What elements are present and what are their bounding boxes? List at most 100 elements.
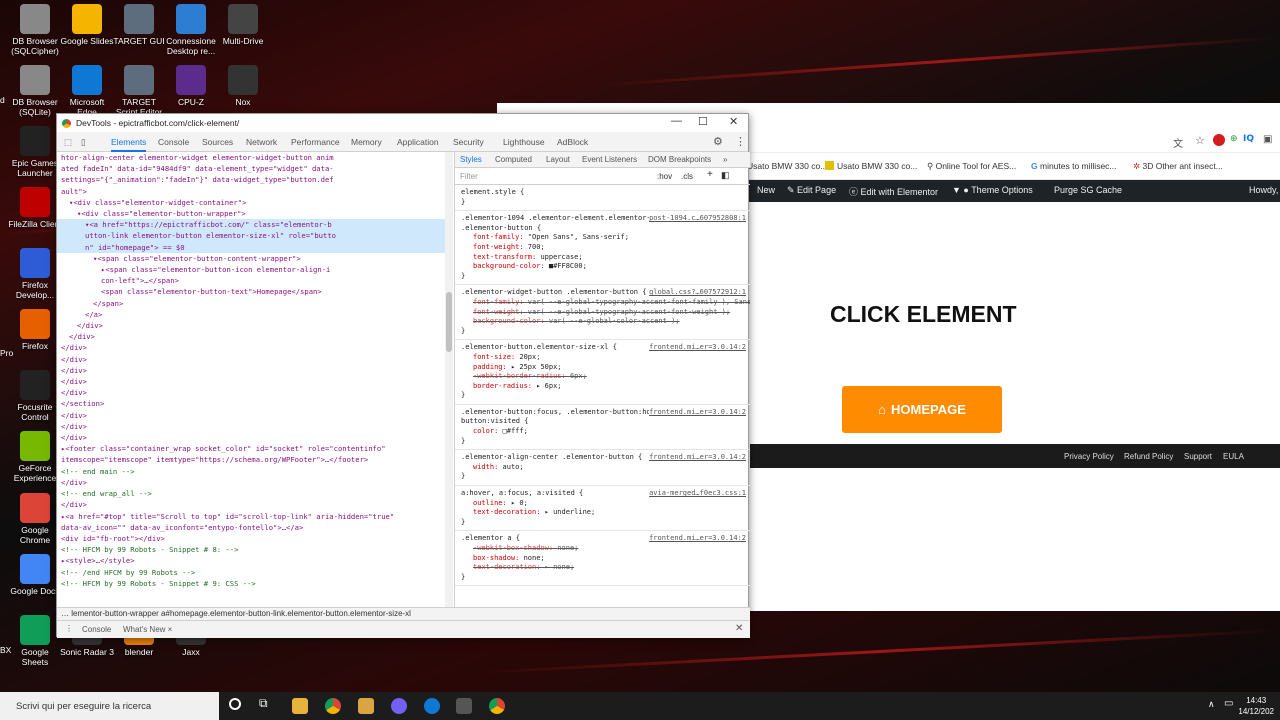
tab-elements[interactable]: Elements <box>111 137 147 152</box>
tab-styles[interactable]: Styles <box>460 155 482 165</box>
dom-node-line[interactable]: <!-- HFCM by 99 Robots - Snippet # 8: --… <box>57 544 445 555</box>
wp-edit-page[interactable]: ✎ Edit Page <box>787 185 836 196</box>
tab-event-listeners[interactable]: Event Listeners <box>582 155 637 165</box>
wp-new[interactable]: New <box>757 185 775 195</box>
extension-icon-grammarly[interactable]: ⊕ <box>1230 134 1238 144</box>
css-source-link[interactable]: frontend.mi…er=3.0.14:2 <box>649 343 746 353</box>
desktop-icon[interactable]: Google Sheets <box>7 615 63 667</box>
close-button[interactable]: ✕ <box>729 115 738 128</box>
dom-node-line[interactable]: htor-align-center elementor-widget eleme… <box>57 152 445 163</box>
add-rule-icon[interactable]: + <box>707 170 713 180</box>
cls-toggle[interactable]: .cls <box>681 172 693 182</box>
desktop-icon[interactable]: Google Docs <box>7 554 63 596</box>
tab-layout[interactable]: Layout <box>546 155 570 165</box>
dom-node-line[interactable]: </div> <box>57 342 445 353</box>
css-property[interactable]: background-color: var( --e-global-color-… <box>461 317 744 327</box>
star-icon[interactable]: ☆ <box>1195 134 1205 147</box>
css-rule[interactable]: .elementor-widget-button .elementor-butt… <box>455 285 750 341</box>
chrome-active-icon[interactable] <box>489 698 505 714</box>
bookmark-item[interactable]: ✲ 3D Other ant insect... <box>1133 161 1223 172</box>
dom-node-line[interactable]: ault"> <box>57 186 445 197</box>
footer-link-privacy[interactable]: Privacy Policy <box>1064 452 1114 461</box>
tab-computed[interactable]: Computed <box>495 155 532 165</box>
css-property[interactable]: background-color: ■#FF8C00; <box>461 262 744 272</box>
device-toolbar-icon[interactable]: ▯ <box>81 137 86 148</box>
drawer-tab-console[interactable]: Console <box>82 625 111 634</box>
cortana-icon[interactable] <box>229 698 241 710</box>
css-source-link[interactable]: global.css?…607572912:1 <box>649 288 746 298</box>
task-view-icon[interactable]: ⧉ <box>259 696 268 711</box>
css-source-link[interactable]: post-1094.c…607952808:1 <box>649 214 746 224</box>
css-rule[interactable]: .elementor-align-center .elementor-butto… <box>455 450 750 487</box>
drawer-close-icon[interactable]: ✕ <box>735 623 743 634</box>
dom-node-line[interactable]: </a> <box>57 309 445 320</box>
css-source-link[interactable]: frontend.mi…er=3.0.14:2 <box>649 407 746 418</box>
extension-icon-box[interactable]: ▣ <box>1263 134 1272 145</box>
minimize-button[interactable]: — <box>671 115 682 127</box>
css-source-link[interactable]: frontend.mi…er=3.0.14:2 <box>649 534 746 544</box>
tab-performance[interactable]: Performance <box>291 137 340 147</box>
folder-icon[interactable] <box>358 698 374 714</box>
more-menu-icon[interactable]: ⋮ <box>735 135 746 148</box>
rocket-app-icon[interactable] <box>456 698 472 714</box>
css-property[interactable]: text-decoration: ▸ underline; <box>461 508 744 518</box>
dom-node-line[interactable]: <span class="elementor-button-text">Home… <box>57 286 445 297</box>
tab-sources[interactable]: Sources <box>202 137 233 147</box>
css-rule[interactable]: .elementor a {frontend.mi…er=3.0.14:2 -we… <box>455 531 750 587</box>
tab-application[interactable]: Application <box>397 137 439 147</box>
wp-edit-elementor[interactable]: ⓔ Edit with Elementor <box>849 185 938 198</box>
dom-node-line[interactable]: </div> <box>57 410 445 421</box>
dom-node-line[interactable]: </div> <box>57 387 445 398</box>
dom-node-line[interactable]: ▾<a href="https://epictrafficbot.com/" c… <box>57 219 445 231</box>
css-property[interactable]: -webkit-box-shadow: none; <box>461 544 744 554</box>
dom-node-line[interactable]: ▸<a href="#top" title="Scroll to top" id… <box>57 511 445 522</box>
dom-node-line[interactable]: ated fadeIn" data-id="9484df9" data-elem… <box>57 163 445 174</box>
dom-node-line[interactable]: itemscope="itemscope" itemtype="https://… <box>57 454 445 465</box>
tab-lighthouse[interactable]: Lighthouse <box>503 137 545 147</box>
desktop-icon[interactable]: CPU-Z <box>163 65 219 107</box>
dom-node-line[interactable]: data-av_icon="" data-av_iconfont="entypo… <box>57 522 445 533</box>
css-property[interactable]: font-weight: 700; <box>461 243 744 253</box>
css-source-link[interactable]: avia-merged…f0ec3.css:1 <box>649 489 746 499</box>
css-property[interactable]: font-family: var( --e-global-typography-… <box>461 298 750 308</box>
desktop-icon[interactable]: Multi-Drive <box>215 4 271 46</box>
dom-node-line[interactable]: </div> <box>57 365 445 376</box>
css-property[interactable]: text-transform: uppercase; <box>461 253 744 263</box>
dom-node-line[interactable]: ▾<div class="elementor-widget-container"… <box>57 197 445 208</box>
css-property[interactable]: width: auto; <box>461 463 744 473</box>
network-icon[interactable]: ▭ <box>1224 698 1233 709</box>
hov-toggle[interactable]: :hov <box>657 172 672 182</box>
chrome-taskbar-icon[interactable] <box>325 698 341 714</box>
dom-node-line[interactable]: <div id="fb-root"></div> <box>57 533 445 544</box>
dom-node-line[interactable]: </div> <box>57 432 445 443</box>
css-property[interactable]: -webkit-border-radius: 6px; <box>461 372 744 382</box>
tab-security[interactable]: Security <box>453 137 484 147</box>
wp-howdy[interactable]: Howdy, <box>1249 185 1278 195</box>
desktop-icon[interactable]: TARGET Script Editor <box>111 65 167 117</box>
drawer-tab-whats-new[interactable]: What's New × <box>123 625 172 634</box>
css-property[interactable]: color: □#fff; <box>461 427 744 437</box>
css-property[interactable]: padding: ▸ 25px 50px; <box>461 363 744 373</box>
desktop-icon[interactable]: Microsoft Edge <box>59 65 115 117</box>
dom-node-line[interactable]: <!-- end wrap_all --> <box>57 488 445 499</box>
tray-chevron-icon[interactable]: ∧ <box>1208 699 1215 710</box>
css-property[interactable]: font-family: "Open Sans", Sans-serif; <box>461 233 744 243</box>
css-rule[interactable]: .elementor-1094 .elementor-element.eleme… <box>455 211 750 286</box>
dom-node-line[interactable]: ▾<span class="elementor-button-content-w… <box>57 253 445 264</box>
bookmark-item[interactable]: G minutes to millisec... <box>1031 161 1117 171</box>
css-property[interactable]: box-shadow: none; <box>461 554 744 564</box>
dom-node-line[interactable]: <!-- HFCM by 99 Robots - Snippet # 9: CS… <box>57 578 445 589</box>
extension-icon-opera[interactable] <box>1213 134 1225 146</box>
elements-scrollbar[interactable] <box>445 152 453 607</box>
wp-purge-cache[interactable]: Purge SG Cache <box>1054 185 1122 195</box>
maximize-button[interactable]: ☐ <box>698 115 708 128</box>
desktop-icon[interactable]: DB Browser (SQLite) <box>7 65 63 117</box>
css-property[interactable]: font-weight: var( --e-global-typography-… <box>461 308 744 318</box>
dom-node-line[interactable]: </div> <box>57 421 445 432</box>
dom-node-line[interactable]: con-left">…</span> <box>57 275 445 286</box>
css-property[interactable]: text-decoration: ▸ none; <box>461 563 744 573</box>
bookmark-item[interactable]: Usato BMW 330 co... <box>747 161 827 171</box>
tab-network[interactable]: Network <box>246 137 277 147</box>
desktop-icon[interactable]: Connessione Desktop re... <box>163 4 219 56</box>
dom-node-line[interactable]: </div> <box>57 376 445 387</box>
